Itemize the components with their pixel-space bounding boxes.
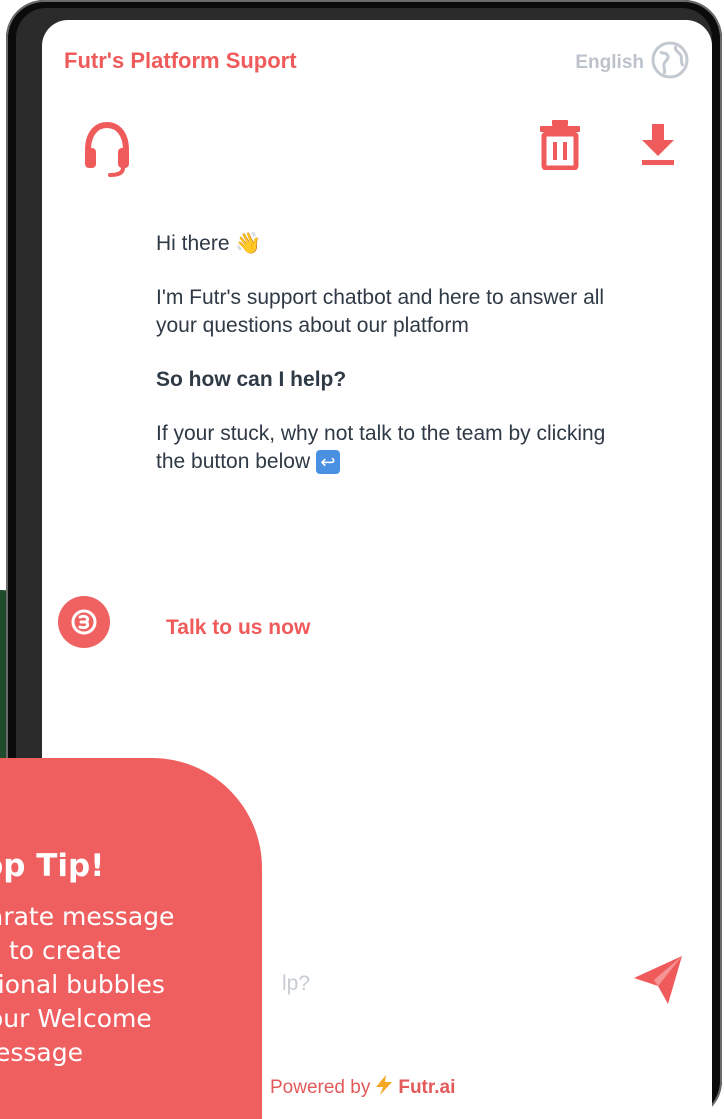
tip-line: our Welcome (0, 1004, 152, 1033)
trash-icon[interactable] (538, 118, 582, 175)
help-question: So how can I help? (156, 368, 347, 391)
tip-line: lessage (0, 1038, 83, 1067)
pro-tip-callout: op Tip! arate message s to create tional… (0, 758, 262, 1119)
widget-title: Futr's Platform Suport (64, 48, 297, 73)
language-label: English (575, 51, 644, 73)
lightning-icon (374, 1074, 394, 1102)
powered-by[interactable]: Powered by Futr.ai (270, 1074, 455, 1102)
language-selector[interactable]: English (575, 40, 690, 85)
tip-line: arate message (0, 902, 175, 931)
talk-to-us-link[interactable]: Talk to us now (166, 616, 310, 640)
intro-text: I'm Futr's support chatbot and here to a… (156, 286, 605, 337)
welcome-message: Hi there 👋 I'm Futr's support chatbot an… (156, 230, 636, 502)
send-icon[interactable] (630, 952, 686, 1013)
bot-avatar (58, 596, 110, 648)
tip-line: tional bubbles (0, 970, 165, 999)
greeting-text: Hi there 👋 (156, 232, 262, 255)
wave-emoji: 👋 (235, 232, 262, 255)
return-arrow-emoji: ↩ (315, 450, 340, 475)
tip-line: s to create (0, 936, 122, 965)
download-icon[interactable] (640, 122, 676, 171)
tip-title: op Tip! (0, 848, 105, 884)
stuck-text: If your stuck, why not talk to the team … (156, 422, 606, 475)
message-input[interactable]: lp? (282, 972, 310, 996)
globe-icon (650, 40, 690, 85)
headset-icon[interactable] (82, 120, 132, 183)
